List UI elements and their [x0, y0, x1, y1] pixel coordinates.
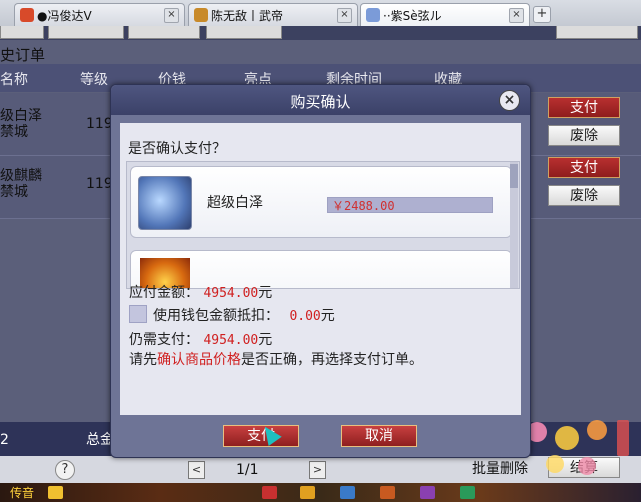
still-due-label: 仍需支付： [129, 332, 199, 348]
wallet-unit: 元 [320, 308, 335, 324]
browser-tab-2[interactable]: 陈无敌丨武帝 × [188, 3, 358, 26]
toolbar-button[interactable] [206, 26, 282, 39]
purchase-confirm-dialog: 购买确认 × 是否确认支付？ 超级白泽 ￥2488.00 应付金额： 4954.… [110, 84, 531, 458]
favicon-icon [20, 8, 34, 22]
row-pay-button[interactable]: 支付 [548, 157, 620, 178]
browser-tab-bar: ●冯俊达ᐯ × 陈无敌丨武帝 × ··紫Sè弦ル × + [0, 0, 641, 27]
baize-pet-icon [138, 176, 192, 230]
still-due-value: 4954.00 [203, 333, 259, 348]
taskbar-app-icon[interactable] [420, 486, 435, 499]
list-item: 超级白泽 ￥2488.00 [130, 166, 512, 238]
prev-page-button[interactable]: < [188, 461, 205, 479]
payable-unit: 元 [258, 285, 273, 301]
dialog-header: 购买确认 × [111, 85, 530, 115]
row-delete-button[interactable]: 废除 [548, 185, 620, 206]
row-item-name: 级白泽 禁城 [0, 108, 42, 140]
toolbar-button[interactable] [556, 26, 638, 39]
page-indicator: 1/1 [236, 462, 259, 478]
header-name: 名称 [0, 72, 28, 88]
scrollbar-thumb[interactable] [510, 164, 518, 188]
game-taskbar [0, 483, 641, 502]
footer-count: 2 [0, 432, 9, 448]
payable-row: 应付金额： 4954.00元 [129, 282, 272, 302]
wallet-row: 使用钱包金额抵扣： 0.00元 [153, 305, 335, 325]
row-delete-button[interactable]: 废除 [548, 125, 620, 146]
payable-label: 应付金额： [129, 285, 199, 301]
row-item-level: 119 [86, 116, 113, 132]
toolbar-button[interactable] [0, 26, 44, 39]
wallet-label: 使用钱包金额抵扣： [153, 308, 279, 324]
taskbar-app-icon[interactable] [460, 486, 475, 499]
tab-title: ●冯俊达ᐯ [37, 9, 92, 23]
verify-price-note: 请先确认商品价格是否正确，再选择支付订单。 [129, 349, 423, 369]
broadcast-label[interactable]: 传音 [10, 485, 34, 501]
header-level: 等级 [80, 72, 108, 88]
tab-title: 陈无敌丨武帝 [211, 9, 284, 23]
wallet-value: 0.00 [289, 309, 321, 324]
note-text: 请先 [129, 352, 157, 368]
toolbar-button[interactable] [128, 26, 200, 39]
next-page-button[interactable]: > [309, 461, 326, 479]
item-name: 超级白泽 [207, 195, 263, 211]
toolbar-button[interactable] [48, 26, 124, 39]
new-tab-button[interactable]: + [533, 6, 551, 23]
note-highlight: 确认商品价格 [157, 352, 241, 368]
favicon-icon [366, 8, 380, 22]
cancel-button[interactable]: 取消 [341, 425, 417, 447]
row-item-name: 级麒麟 禁城 [0, 168, 42, 200]
favicon-icon [194, 8, 208, 22]
browser-tab-3-active[interactable]: ··紫Sè弦ル × [360, 3, 530, 26]
help-icon[interactable]: ? [55, 460, 75, 480]
row-item-level: 119 [86, 176, 113, 192]
still-due-unit: 元 [258, 332, 273, 348]
tab-close-icon[interactable]: × [164, 8, 179, 23]
item-price: ￥2488.00 [327, 197, 493, 213]
item-list: 超级白泽 ￥2488.00 [126, 161, 520, 289]
tab-close-icon[interactable]: × [337, 8, 352, 23]
wallet-deduct-checkbox[interactable] [129, 305, 147, 323]
taskbar-app-icon[interactable] [262, 486, 277, 499]
still-due-row: 仍需支付： 4954.00元 [129, 329, 272, 349]
close-icon[interactable]: × [499, 90, 520, 111]
tab-title: ··紫Sè弦ル [383, 9, 442, 23]
payable-value: 4954.00 [203, 286, 259, 301]
microphone-icon[interactable] [48, 486, 63, 499]
confirm-question: 是否确认支付？ [128, 141, 226, 157]
game-logo-icon [527, 420, 629, 475]
tab-close-icon[interactable]: × [509, 8, 524, 23]
row-pay-button[interactable]: 支付 [548, 97, 620, 118]
taskbar-app-icon[interactable] [340, 486, 355, 499]
taskbar-app-icon[interactable] [300, 486, 315, 499]
taskbar-app-icon[interactable] [380, 486, 395, 499]
orders-history-label: 史订单 [0, 46, 46, 64]
dialog-title: 购买确认 [290, 93, 351, 111]
note-text: 是否正确，再选择支付订单。 [241, 352, 423, 368]
browser-tab-1[interactable]: ●冯俊达ᐯ × [14, 3, 185, 26]
dialog-body: 是否确认支付？ 超级白泽 ￥2488.00 应付金额： 4954.00元 使用钱… [120, 123, 521, 415]
